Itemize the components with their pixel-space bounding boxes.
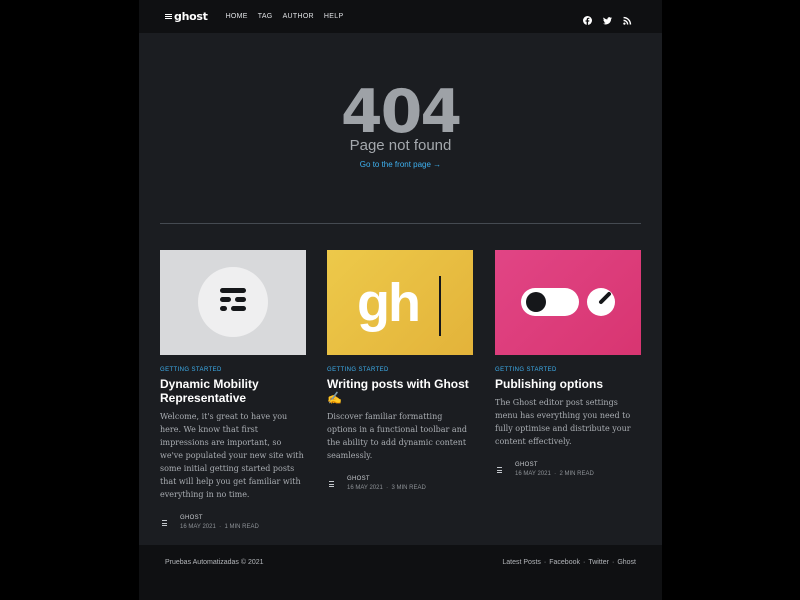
ghost-emblem-icon [198, 267, 268, 337]
footer-link-latest-posts[interactable]: Latest Posts [502, 559, 541, 566]
footer-links: Latest Posts · Facebook · Twitter · Ghost [502, 559, 636, 566]
nav-item-tag[interactable]: TAG [258, 13, 273, 20]
post-excerpt: The Ghost editor post settings menu has … [495, 398, 631, 446]
post-image[interactable] [160, 250, 306, 355]
error-description: Page not found [349, 137, 452, 154]
post-image[interactable] [495, 250, 641, 355]
author-avatar-icon[interactable] [160, 518, 170, 528]
front-page-link[interactable]: Go to the front page → [139, 160, 662, 169]
nav-item-help[interactable]: HELP [324, 13, 344, 20]
ghost-logo[interactable]: ghost [165, 10, 208, 23]
footer-link-ghost[interactable]: Ghost [617, 559, 636, 566]
nav-item-author[interactable]: AUTHOR [283, 13, 314, 20]
site-container: ghost HOME TAG AUTHOR HELP 404 Page not … [139, 0, 662, 600]
social-links [583, 12, 632, 25]
author-avatar-icon[interactable] [495, 465, 505, 475]
twitter-icon[interactable] [603, 12, 612, 25]
copyright-text: Pruebas Automatizadas © 2021 [165, 559, 264, 566]
site-footer: Pruebas Automatizadas © 2021 Latest Post… [139, 545, 662, 600]
footer-link-facebook[interactable]: Facebook [549, 559, 580, 566]
post-tag[interactable]: GETTING STARTED [495, 367, 641, 373]
post-image[interactable]: gh [327, 250, 473, 355]
post-tag[interactable]: GETTING STARTED [160, 367, 306, 373]
post-tag[interactable]: GETTING STARTED [327, 367, 473, 373]
post-read-time: 1 MIN READ [224, 524, 259, 530]
post-date: 16 MAY 2021 [347, 485, 383, 491]
post-read-time: 2 MIN READ [559, 471, 594, 477]
nav-item-home[interactable]: HOME [226, 13, 248, 20]
logo-text: ghost [174, 10, 208, 23]
facebook-icon[interactable] [583, 12, 592, 25]
post-author[interactable]: GHOST [515, 461, 594, 470]
post-excerpt: Welcome, it's great to have you here. We… [160, 412, 304, 499]
post-meta: GHOST 16 MAY 2021 · 1 MIN READ [160, 514, 306, 532]
author-avatar-icon[interactable] [327, 479, 337, 489]
site-header: ghost HOME TAG AUTHOR HELP [139, 0, 662, 33]
post-author[interactable]: GHOST [180, 514, 259, 523]
post-image-text: gh [357, 273, 421, 333]
toggle-knob-icon [521, 288, 615, 316]
text-cursor-icon [439, 276, 441, 336]
main-nav: HOME TAG AUTHOR HELP [226, 13, 344, 20]
post-card: GETTING STARTED Dynamic Mobility Represe… [160, 250, 306, 532]
post-card: gh GETTING STARTED Writing posts with Gh… [327, 250, 473, 493]
post-date: 16 MAY 2021 [515, 471, 551, 477]
section-divider [160, 223, 641, 224]
post-meta: GHOST 16 MAY 2021 · 2 MIN READ [495, 461, 641, 479]
post-author[interactable]: GHOST [347, 475, 426, 484]
ghost-logo-icon [165, 13, 172, 20]
post-title[interactable]: Dynamic Mobility Representative [160, 377, 306, 405]
post-date: 16 MAY 2021 [180, 524, 216, 530]
footer-link-twitter[interactable]: Twitter [588, 559, 609, 566]
rss-icon[interactable] [623, 12, 632, 25]
post-title[interactable]: Publishing options [495, 377, 641, 391]
post-meta: GHOST 16 MAY 2021 · 3 MIN READ [327, 475, 473, 493]
post-card: GETTING STARTED Publishing options The G… [495, 250, 641, 479]
post-read-time: 3 MIN READ [391, 485, 426, 491]
post-title[interactable]: Writing posts with Ghost ✍️ [327, 377, 473, 405]
main-content: 404 Page not found Go to the front page … [139, 33, 662, 545]
post-excerpt: Discover familiar formatting options in … [327, 412, 467, 460]
